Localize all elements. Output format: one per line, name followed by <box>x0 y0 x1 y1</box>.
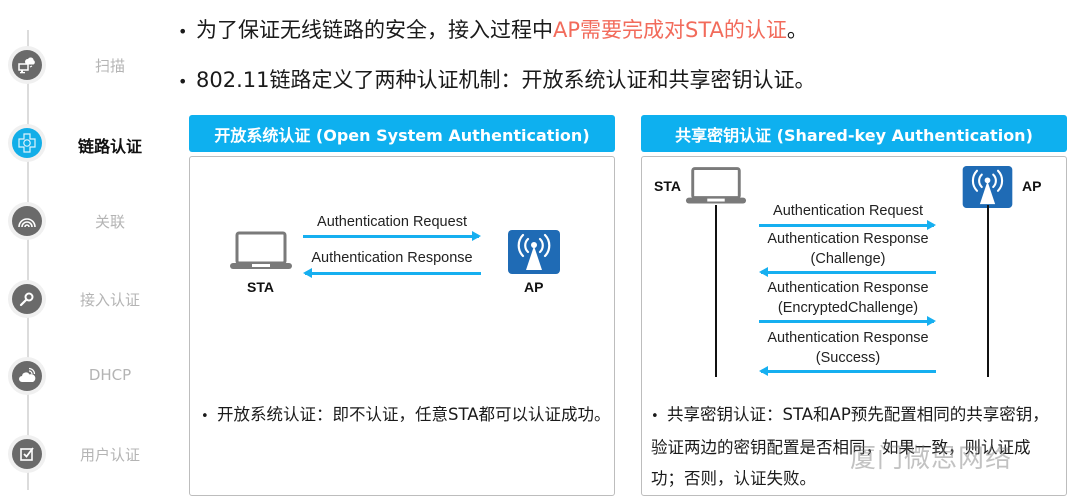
bullet-text: 为了保证无线链路的安全，接入过程中 <box>196 18 553 42</box>
sidebar-step-label: DHCP <box>88 366 132 384</box>
bullet-suffix: 。 <box>786 18 808 42</box>
network-cross-icon <box>12 128 42 158</box>
sidebar-step-associate[interactable]: 关联 <box>8 202 168 242</box>
sidebar-timeline-line <box>27 30 29 490</box>
note-text: 开放系统认证：即不认证，任意STA都可以认证成功。 <box>217 405 611 424</box>
arrow-to-ap <box>759 316 936 326</box>
checkbox-icon <box>12 439 42 469</box>
message-label: Authentication Response <box>767 330 929 346</box>
ap-lifeline <box>987 205 989 377</box>
arrow-to-sta <box>303 268 481 278</box>
message-label: Authentication Response <box>767 231 929 247</box>
step-circle <box>8 202 46 240</box>
arrow-to-sta <box>759 267 936 277</box>
intro-bullet-1: • 为了保证无线链路的安全，接入过程中AP需要完成对STA的认证。 <box>178 14 808 44</box>
ap-label: AP <box>1022 178 1042 194</box>
shared-key-title: 共享密钥认证 (Shared-key Authentication) <box>641 115 1067 152</box>
sidebar-step-label: 链路认证 <box>77 137 142 156</box>
message-label: Authentication Response <box>311 250 473 266</box>
step-circle <box>8 280 46 318</box>
watermark: 厦门微思网络 <box>850 444 1013 474</box>
intro-bullet-2: • 802.11链路定义了两种认证机制：开放系统认证和共享密钥认证。 <box>178 64 815 94</box>
bullet-dot: • <box>178 71 188 91</box>
bullet-highlight: AP需要完成对STA的认证 <box>553 18 787 42</box>
sidebar-step-scan[interactable]: 扫描 <box>8 46 168 86</box>
open-system-panel <box>189 156 615 496</box>
open-system-title: 开放系统认证 (Open System Authentication) <box>189 115 615 152</box>
sidebar-step-label: 扫描 <box>94 57 125 75</box>
sidebar-step-label: 用户认证 <box>79 446 140 464</box>
access-point-icon <box>508 230 560 278</box>
rainbow-icon <box>12 206 42 236</box>
arrow-to-ap <box>303 231 481 241</box>
laptop-icon <box>684 166 748 210</box>
message-sublabel: (EncryptedChallenge) <box>777 300 919 316</box>
sta-label: STA <box>654 178 681 194</box>
sidebar-step-label: 接入认证 <box>79 291 140 309</box>
bullet-dot: • <box>201 409 209 424</box>
step-circle <box>8 124 46 162</box>
bullet-text: 802.11链路定义了两种认证机制：开放系统认证和共享密钥认证。 <box>196 68 816 92</box>
sta-label: STA <box>247 279 274 295</box>
message-label: Authentication Request <box>317 214 467 230</box>
step-circle <box>8 46 46 84</box>
computer-cloud-icon <box>12 50 42 80</box>
laptop-icon <box>228 231 294 275</box>
message-label: Authentication Request <box>773 203 923 219</box>
step-circle <box>8 357 46 395</box>
sidebar-step-link-auth[interactable]: 链路认证 <box>8 124 168 164</box>
sta-lifeline <box>715 205 717 377</box>
ap-label: AP <box>524 279 544 295</box>
sidebar-step-label: 关联 <box>94 213 125 231</box>
bullet-dot: • <box>178 21 188 41</box>
cloud-wifi-icon <box>12 361 42 391</box>
key-icon <box>12 284 42 314</box>
step-circle <box>8 435 46 473</box>
open-system-note: • 开放系统认证：即不认证，任意STA都可以认证成功。 <box>201 399 613 432</box>
arrow-to-sta <box>759 366 936 376</box>
sidebar-step-dhcp[interactable]: DHCP <box>8 357 168 397</box>
message-sublabel: (Success) <box>815 350 881 366</box>
bullet-dot: • <box>651 409 659 424</box>
message-sublabel: (Challenge) <box>810 251 886 267</box>
message-label: Authentication Response <box>767 280 929 296</box>
arrow-to-ap <box>759 220 936 230</box>
sidebar-step-user-auth[interactable]: 用户认证 <box>8 435 168 475</box>
sidebar-step-access-auth[interactable]: 接入认证 <box>8 280 168 320</box>
